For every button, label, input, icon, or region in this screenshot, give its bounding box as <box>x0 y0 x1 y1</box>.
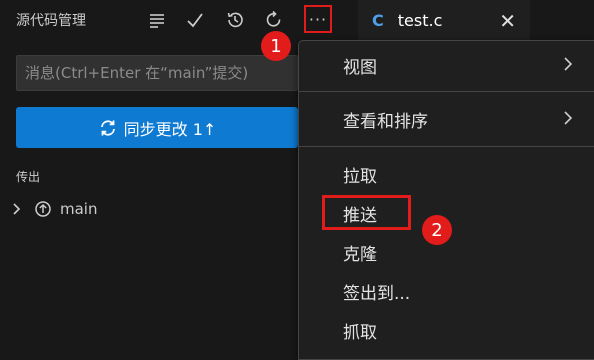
refresh-icon[interactable] <box>261 7 287 33</box>
tab-label: test.c <box>397 10 443 30</box>
commit-check-icon[interactable] <box>182 7 208 33</box>
step-badge-1: 1 <box>261 31 291 61</box>
commit-message-input[interactable]: 消息(Ctrl+Enter 在“main”提交) <box>16 55 298 91</box>
menu-item-view[interactable]: 视图 <box>299 49 594 79</box>
sync-button-label: 同步更改 1↑ <box>123 119 217 139</box>
arrow-up-circle-icon <box>35 201 51 217</box>
menu-item-label: 视图 <box>343 58 377 78</box>
panel-title: 源代码管理 <box>16 13 86 29</box>
editor-tab[interactable]: C test.c ✕ <box>358 0 530 40</box>
branch-name: main <box>60 200 98 218</box>
close-icon[interactable]: ✕ <box>499 9 516 33</box>
outgoing-section-header[interactable]: 传出 <box>16 168 40 185</box>
chevron-right-icon[interactable] <box>8 200 26 218</box>
outgoing-branch-row[interactable]: main <box>8 198 97 220</box>
menu-item-label: 签出到... <box>343 284 411 304</box>
menu-item-fetch[interactable]: 抓取 <box>299 314 594 344</box>
c-language-icon: C <box>372 10 384 30</box>
menu-item-label: 克隆 <box>343 245 377 265</box>
history-icon[interactable] <box>222 7 248 33</box>
sync-changes-button[interactable]: 同步更改 1↑ <box>16 107 298 148</box>
push-highlight-box <box>322 195 411 230</box>
menu-separator <box>299 146 594 147</box>
more-actions-button[interactable]: ··· <box>304 5 332 33</box>
step-badge-2: 2 <box>422 215 452 245</box>
menu-item-label: 拉取 <box>343 167 377 187</box>
chevron-right-icon <box>564 57 573 71</box>
menu-item-label: 抓取 <box>343 323 377 343</box>
chevron-right-icon <box>564 111 573 125</box>
menu-separator <box>299 91 594 92</box>
menu-item-view-and-sort[interactable]: 查看和排序 <box>299 103 594 133</box>
source-control-panel <box>0 0 300 360</box>
view-as-list-icon[interactable] <box>144 7 170 33</box>
sync-icon <box>100 119 115 136</box>
menu-item-label: 查看和排序 <box>343 112 428 132</box>
menu-item-pull[interactable]: 拉取 <box>299 158 594 188</box>
more-actions-icon: ··· <box>308 9 328 29</box>
menu-item-checkout-to[interactable]: 签出到... <box>299 275 594 305</box>
